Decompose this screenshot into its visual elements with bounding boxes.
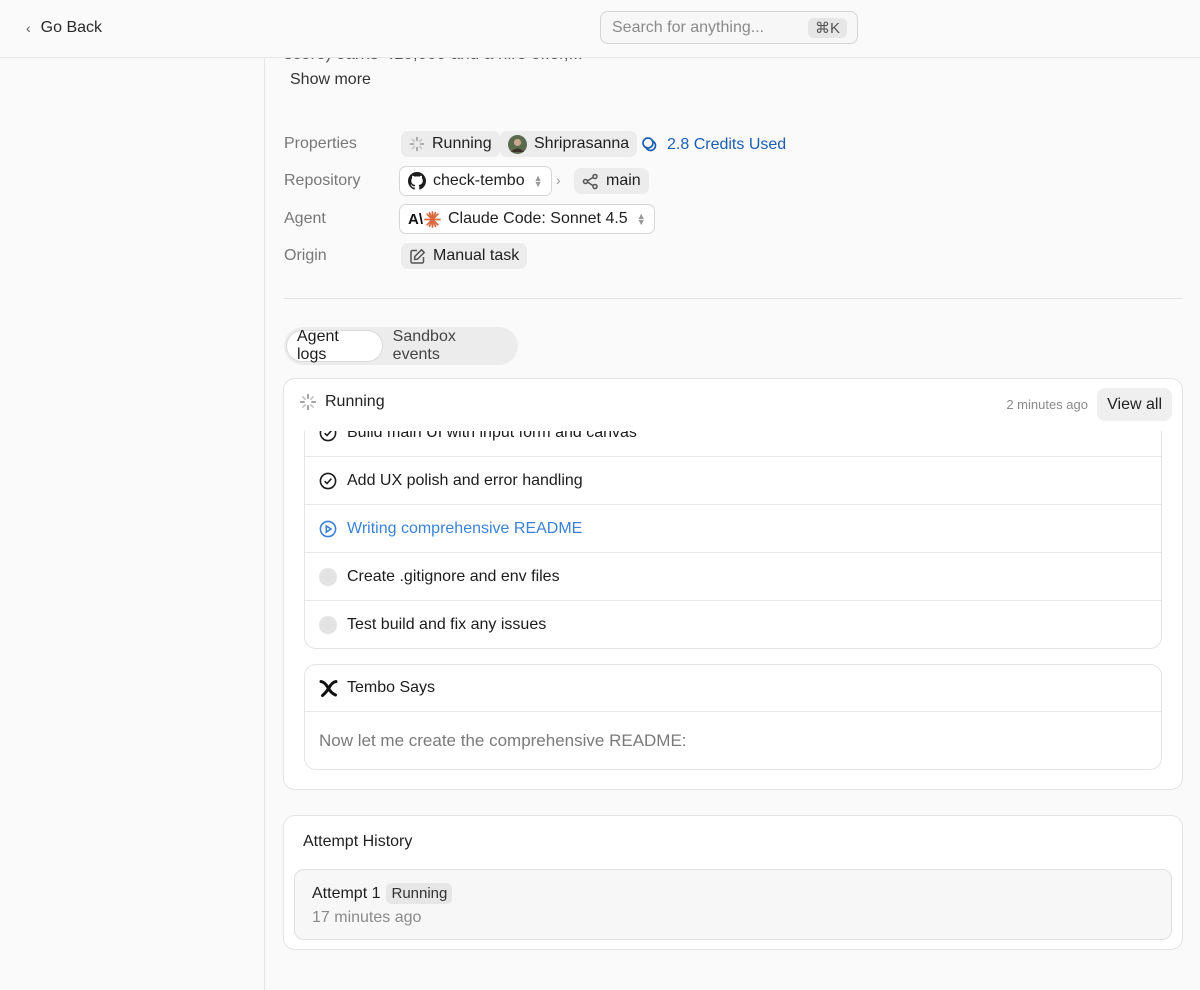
todo-item: Test build and fix any issues	[305, 601, 1161, 648]
logs-status-label: Running	[325, 393, 385, 410]
attempt-label: Attempt 1	[312, 884, 381, 902]
agent-logs-card: Running 2 minutes ago View all Build mai…	[283, 378, 1183, 790]
todo-item: Build main UI with input form and canvas	[305, 431, 1161, 457]
tembo-says-text: Now let me create the comprehensive READ…	[319, 731, 687, 750]
avatar	[508, 134, 527, 154]
show-more-button[interactable]: Show more	[290, 71, 371, 89]
sort-arrows-icon: ▲ ▼	[533, 173, 543, 189]
coins-icon	[641, 136, 659, 154]
chevron-right-icon: ›	[556, 172, 561, 188]
branch-icon	[582, 173, 599, 190]
todo-item: Create .gitignore and env files	[305, 553, 1161, 601]
origin-label-value: Manual task	[433, 247, 520, 264]
logs-header: Running 2 minutes ago View all	[284, 379, 1182, 431]
sort-arrows-icon: ▲ ▼	[636, 211, 646, 227]
tembo-says-title: Tembo Says	[347, 679, 436, 696]
play-circle-icon	[319, 520, 337, 538]
sidebar-divider	[264, 58, 265, 990]
repository-label: Repository	[284, 172, 361, 189]
logs-status: Running	[299, 393, 385, 411]
attempt-history-card: Attempt History Attempt 1 Running 17 min…	[283, 815, 1183, 950]
attempt-history-title: Attempt History	[303, 833, 413, 850]
tembo-logo-icon	[319, 679, 338, 698]
anthropic-claude-logo-icon: A\	[408, 211, 441, 228]
log-tabs: Agent logs Sandbox events	[284, 327, 518, 365]
todo-list: Build main UI with input form and canvas…	[304, 431, 1162, 649]
spinner-icon	[409, 136, 425, 152]
todo-item-active: Writing comprehensive README	[305, 505, 1161, 553]
status-label: Running	[432, 135, 492, 152]
user-chip[interactable]: Shriprasanna	[500, 131, 638, 157]
agent-label-value: Claude Code: Sonnet 4.5	[448, 210, 628, 227]
spinner-icon	[299, 393, 317, 411]
edit-icon	[409, 248, 426, 265]
todo-label: Test build and fix any issues	[347, 616, 547, 633]
chevron-left-icon: ‹	[26, 20, 31, 36]
tembo-says-header: Tembo Says	[305, 665, 1161, 712]
origin-label: Origin	[284, 247, 327, 264]
search-placeholder: Search for anything...	[612, 18, 765, 36]
view-all-button[interactable]: View all	[1097, 388, 1172, 421]
todo-label: Create .gitignore and env files	[347, 567, 560, 585]
go-back-button[interactable]: ‹ Go Back	[26, 16, 102, 40]
go-back-label: Go Back	[40, 19, 103, 36]
repository-select[interactable]: check-tembo ▲ ▼	[399, 166, 552, 196]
status-chip[interactable]: Running	[401, 131, 500, 157]
top-bar: ‹ Go Back Search for anything... ⌘K	[0, 0, 1200, 58]
agent-label: Agent	[284, 210, 326, 227]
properties-label: Properties	[284, 135, 357, 152]
search-shortcut-badge: ⌘K	[807, 17, 847, 38]
tembo-says-box: Tembo Says Now let me create the compreh…	[304, 664, 1162, 770]
repository-label-value: check-tembo	[433, 172, 525, 189]
attempt-row: Attempt 1 Running	[312, 883, 453, 904]
pending-circle-icon	[319, 616, 337, 634]
todo-label: Add UX polish and error handling	[347, 471, 583, 489]
user-label: Shriprasanna	[534, 135, 630, 152]
section-divider	[284, 298, 1182, 299]
origin-chip: Manual task	[401, 243, 528, 269]
credits-label: 2.8 Credits Used	[667, 136, 787, 153]
todo-label: Build main UI with input form and canvas	[347, 431, 637, 441]
credits-link[interactable]: 2.8 Credits Used	[641, 133, 786, 157]
agent-select[interactable]: A\ Claude Code: Sonnet 4.5 ▲ ▼	[399, 204, 655, 234]
pending-circle-icon	[319, 567, 337, 586]
github-icon	[408, 172, 426, 190]
logs-timestamp: 2 minutes ago	[1006, 397, 1088, 412]
check-circle-icon	[319, 431, 337, 442]
todo-item: Add UX polish and error handling	[305, 457, 1161, 505]
branch-chip[interactable]: main	[574, 168, 649, 194]
tab-agent-logs[interactable]: Agent logs	[286, 328, 383, 363]
attempt-status-badge: Running	[386, 883, 453, 904]
tab-sandbox-events[interactable]: Sandbox events	[383, 328, 516, 363]
attempt-timestamp: 17 minutes ago	[312, 909, 422, 926]
attempt-item[interactable]: Attempt 1 Running 17 minutes ago	[294, 869, 1172, 940]
check-circle-icon	[319, 472, 337, 490]
todo-label: Writing comprehensive README	[347, 519, 583, 537]
search-input[interactable]: Search for anything... ⌘K	[600, 11, 858, 44]
branch-label: main	[606, 172, 641, 189]
